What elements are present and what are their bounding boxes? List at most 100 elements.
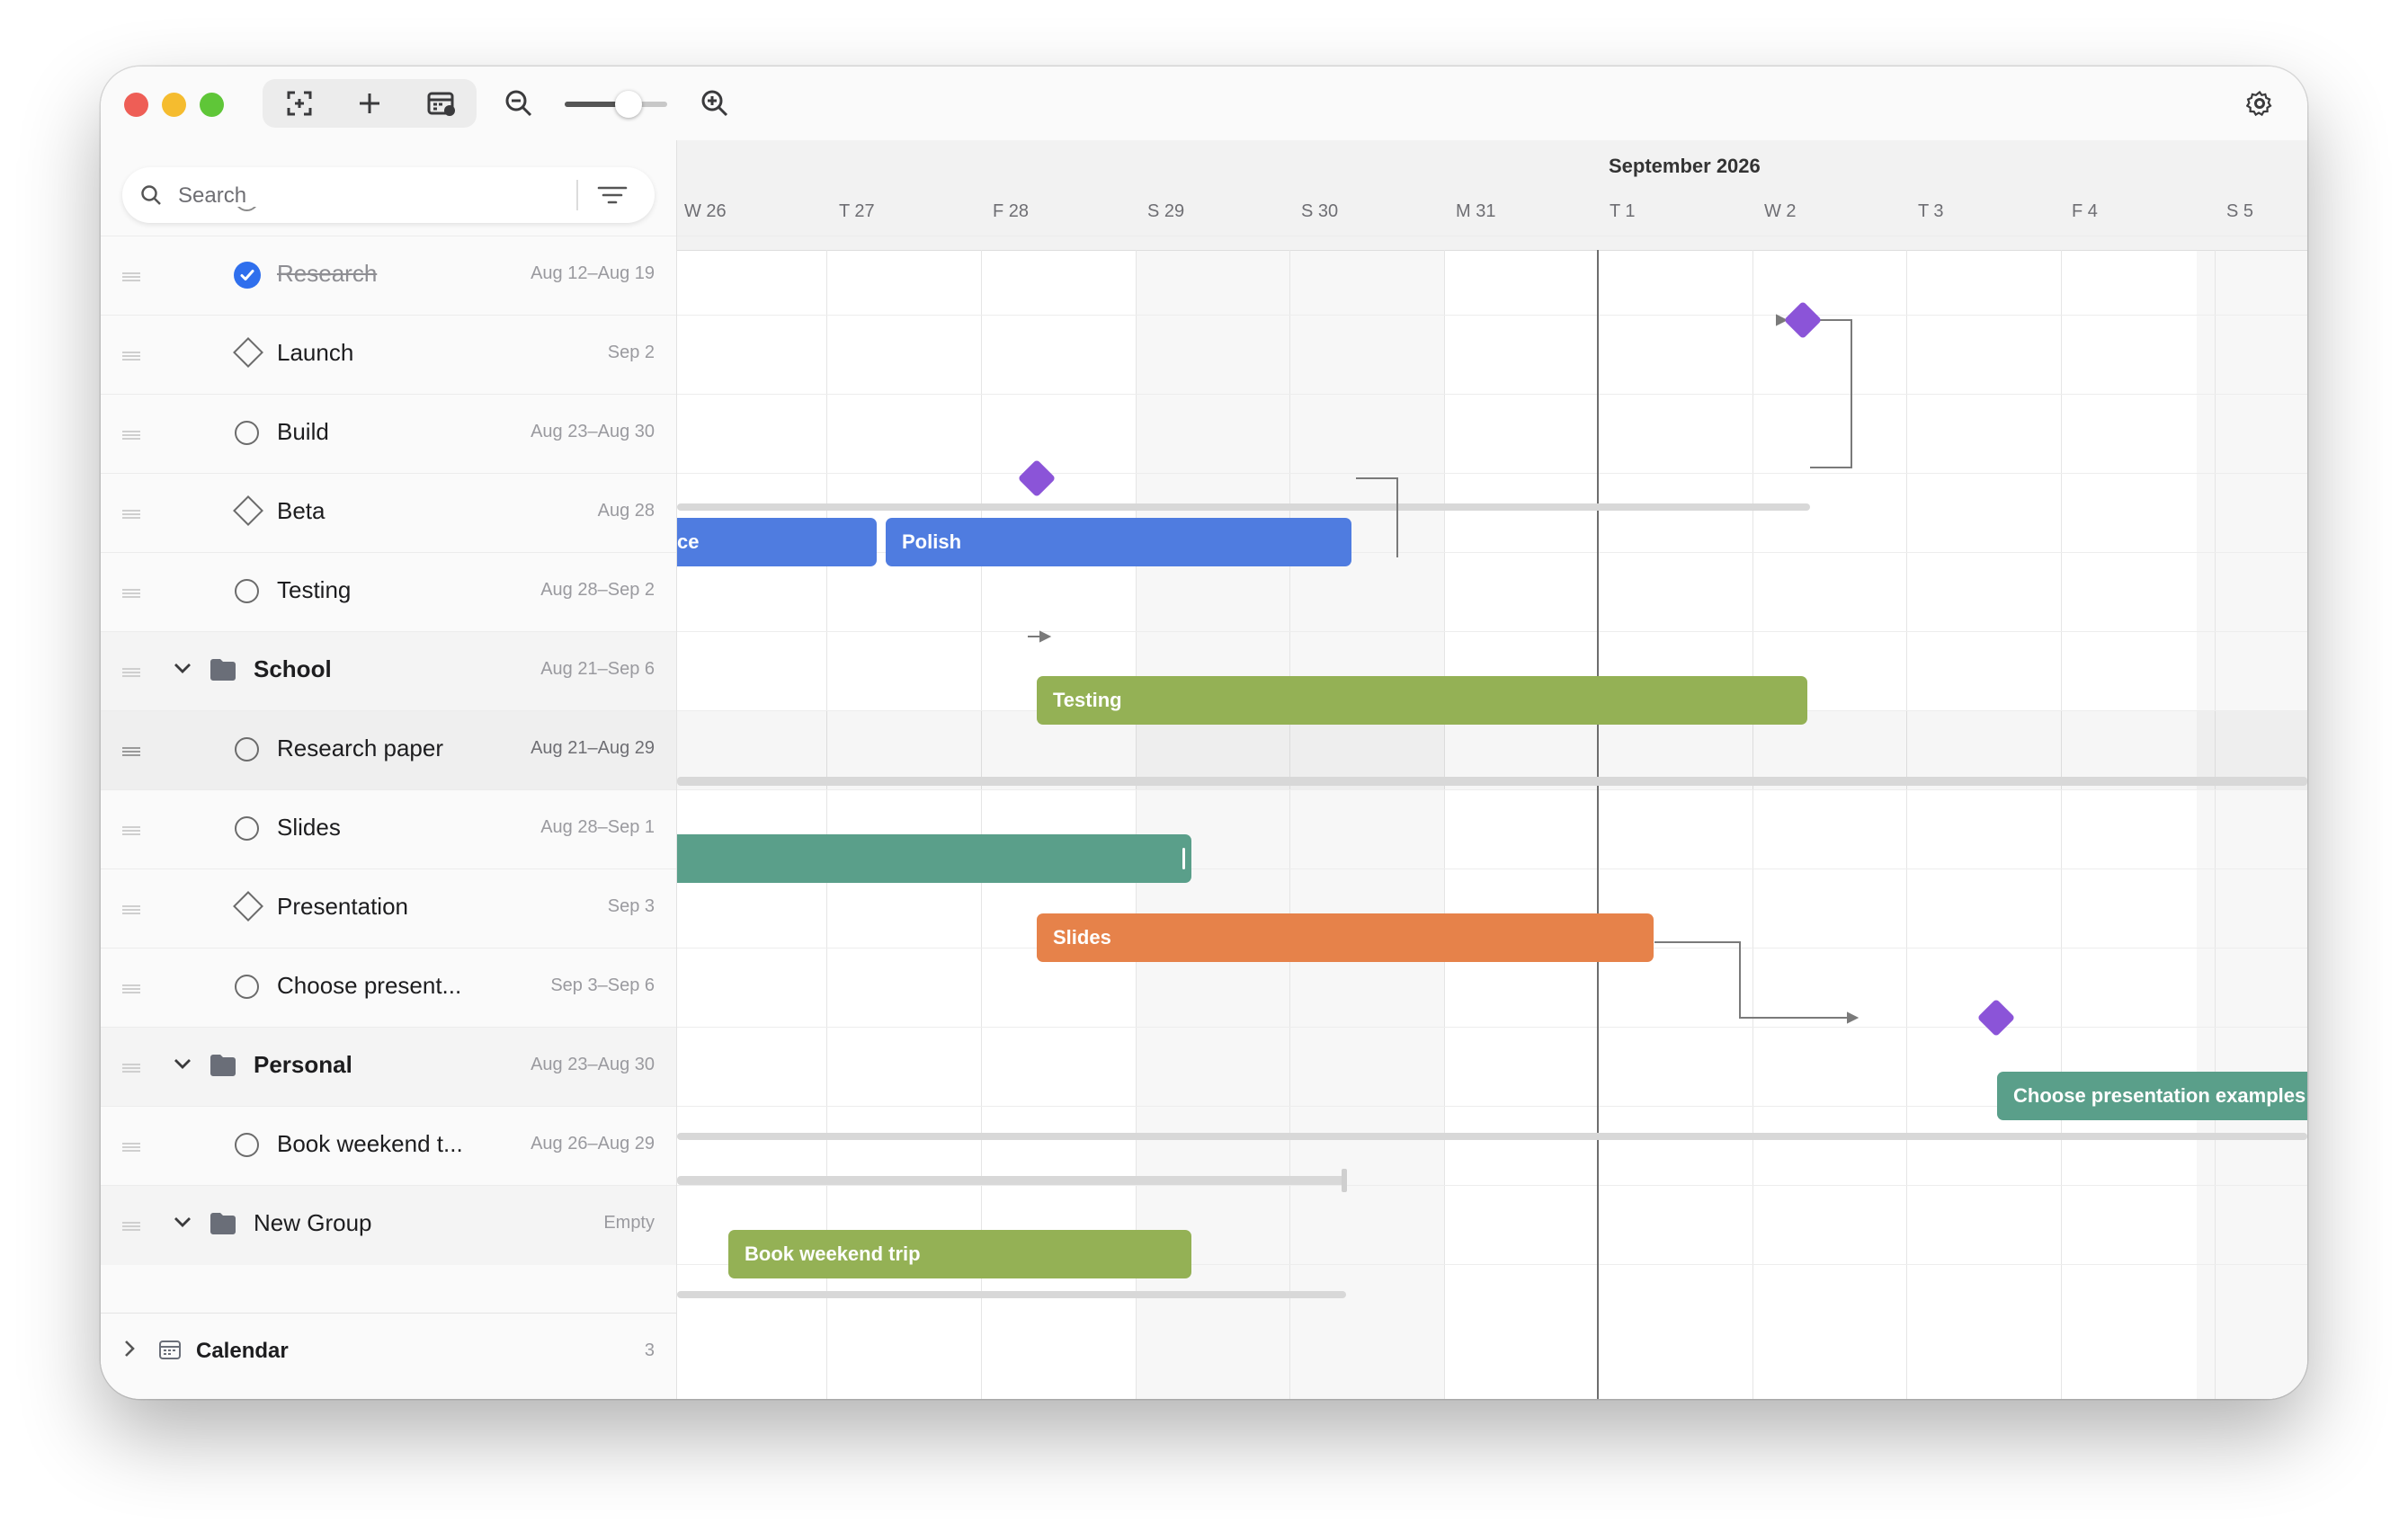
drag-handle-icon[interactable]: [122, 1064, 140, 1073]
folder-icon: [210, 1213, 236, 1234]
drag-handle-icon[interactable]: [122, 352, 140, 361]
chevron-down-icon[interactable]: [173, 1056, 192, 1071]
calendar-icon: [159, 1340, 181, 1359]
group-row-personal[interactable]: Personal Aug 23–Aug 30: [101, 1027, 676, 1107]
task-date: Sep 3: [607, 896, 655, 916]
drag-handle-icon[interactable]: [122, 1143, 140, 1152]
title-bar: [101, 67, 2307, 141]
task-title: Slides: [277, 814, 341, 841]
checkbox-circle-icon[interactable]: [235, 975, 259, 999]
drag-handle-icon[interactable]: [122, 431, 140, 440]
group-title: School: [254, 655, 332, 682]
folder-icon: [210, 659, 236, 681]
folder-icon: [210, 1055, 236, 1076]
task-date: Aug 28: [597, 501, 655, 521]
add-calendar-button[interactable]: [410, 79, 473, 128]
checkmark-icon[interactable]: [234, 262, 261, 289]
task-title: Book weekend t...: [277, 1130, 463, 1157]
calendar-footer[interactable]: Calendar 3: [101, 1313, 676, 1393]
minimize-window-button[interactable]: [162, 93, 186, 117]
plus-icon: [360, 94, 379, 113]
milestone-diamond-icon[interactable]: [233, 337, 263, 368]
search-input[interactable]: [176, 167, 540, 225]
resize-handle[interactable]: [1182, 848, 1185, 869]
milestone-diamond-icon[interactable]: [233, 495, 263, 526]
zoom-window-button[interactable]: [200, 93, 224, 117]
zoom-out-button[interactable]: [487, 79, 550, 128]
drag-handle-icon[interactable]: [122, 589, 140, 598]
checkbox-circle-icon[interactable]: [235, 579, 259, 603]
task-row-launch[interactable]: Launch Sep 2: [101, 315, 676, 395]
zoom-slider-fill: [565, 102, 622, 107]
settings-button[interactable]: [2228, 79, 2291, 128]
group-title: New Group: [254, 1209, 372, 1236]
task-row-testing[interactable]: Testing Aug 28–Sep 2: [101, 552, 676, 632]
group-title: Personal: [254, 1051, 352, 1078]
group-row-school[interactable]: School Aug 21–Sep 6: [101, 631, 676, 711]
drag-handle-icon[interactable]: [122, 272, 140, 281]
drag-handle-icon[interactable]: [122, 1222, 140, 1231]
drag-handle-icon[interactable]: [122, 668, 140, 677]
task-row-slides[interactable]: Slides Aug 28–Sep 1: [101, 789, 676, 869]
filter-icon[interactable]: [597, 185, 628, 205]
task-date: Aug 26–Aug 29: [531, 1134, 655, 1153]
task-title: Build: [277, 418, 329, 445]
task-title: Research: [277, 260, 378, 287]
calendar-footer-label: Calendar: [196, 1339, 289, 1363]
search-icon: [141, 185, 161, 205]
task-bar-book-weekend-trip[interactable]: Book weekend trip: [728, 1230, 1191, 1278]
task-row-book-weekend-trip[interactable]: Book weekend t... Aug 26–Aug 29: [101, 1106, 676, 1186]
search-divider: [576, 180, 578, 210]
task-row-build[interactable]: Build Aug 23–Aug 30: [101, 394, 676, 474]
task-date: Aug 23–Aug 30: [531, 422, 655, 441]
checkbox-circle-icon[interactable]: [235, 816, 259, 841]
task-row-presentation[interactable]: Presentation Sep 3: [101, 868, 676, 949]
task-row-choose-presentation[interactable]: Choose present... Sep 3–Sep 6: [101, 948, 676, 1028]
task-date: Aug 12–Aug 19: [531, 263, 655, 283]
app-window: Research Aug 12–Aug 19 Launch Sep 2 Buil…: [101, 67, 2307, 1399]
search-field[interactable]: [122, 167, 655, 225]
chevron-down-icon[interactable]: [173, 1215, 192, 1229]
task-bar-testing[interactable]: Testing: [1037, 676, 1807, 725]
focus-icon: [287, 91, 312, 116]
task-bar-build[interactable]: ce: [677, 518, 877, 566]
checkbox-circle-icon[interactable]: [235, 1133, 259, 1157]
task-title: Launch: [277, 339, 354, 366]
drag-handle-icon[interactable]: [122, 984, 140, 993]
drag-handle-icon[interactable]: [122, 826, 140, 835]
gear-icon: [2246, 90, 2272, 117]
drag-handle-icon[interactable]: [122, 510, 140, 519]
zoom-in-icon: [701, 90, 728, 117]
task-bar-choose-presentation[interactable]: Choose presentation examples: [1997, 1072, 2307, 1120]
focus-button[interactable]: [268, 79, 331, 128]
chevron-down-icon[interactable]: [173, 661, 192, 675]
drag-handle-icon[interactable]: [122, 905, 140, 914]
dependency-links: [1028, 314, 1860, 1024]
checkbox-circle-icon[interactable]: [235, 421, 259, 445]
checkbox-circle-icon[interactable]: [235, 737, 259, 762]
zoom-slider-knob[interactable]: [615, 91, 642, 118]
drag-handle-icon[interactable]: [122, 747, 140, 756]
task-date: Aug 28–Sep 2: [540, 580, 655, 600]
sidebar: Research Aug 12–Aug 19 Launch Sep 2 Buil…: [101, 140, 677, 1399]
calendar-footer-count: 3: [644, 1340, 655, 1360]
task-bar-slides[interactable]: Slides: [1037, 913, 1654, 962]
task-bar-research-paper[interactable]: [677, 834, 1191, 883]
task-row-beta[interactable]: Beta Aug 28: [101, 473, 676, 553]
task-row-research-paper[interactable]: Research paper Aug 21–Aug 29: [101, 710, 676, 790]
add-button[interactable]: [338, 79, 401, 128]
task-bar-polish[interactable]: Polish: [886, 518, 1351, 566]
group-date: Empty: [603, 1213, 655, 1233]
task-title: Presentation: [277, 893, 408, 920]
gantt-timeline[interactable]: September 2026 W 26 T 27 F 28 S 29 S 30 …: [677, 140, 2307, 1399]
task-title: Testing: [277, 576, 352, 603]
task-row-research[interactable]: Research Aug 12–Aug 19: [101, 236, 676, 316]
chevron-right-icon[interactable]: [122, 1339, 137, 1358]
group-date: Aug 23–Aug 30: [531, 1055, 655, 1074]
group-date: Aug 21–Sep 6: [540, 659, 655, 679]
group-row-new-group[interactable]: New Group Empty: [101, 1185, 676, 1265]
close-window-button[interactable]: [124, 93, 148, 117]
zoom-in-button[interactable]: [683, 79, 746, 128]
zoom-out-icon: [505, 90, 532, 117]
milestone-diamond-icon[interactable]: [233, 891, 263, 922]
